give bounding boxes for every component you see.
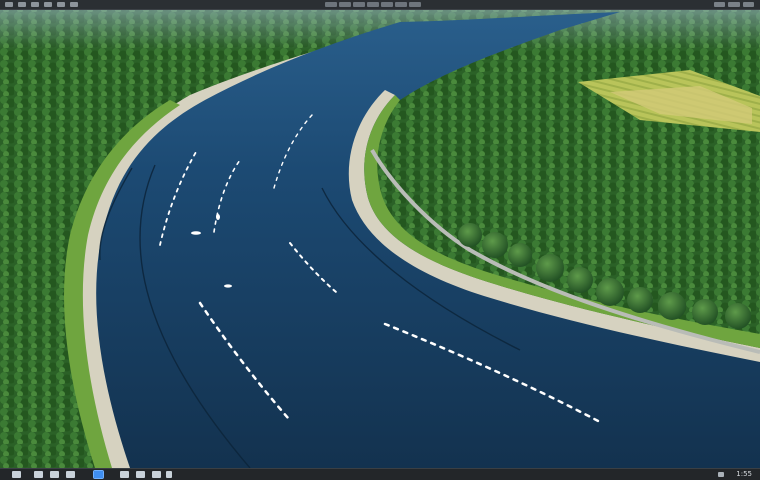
files-icon[interactable] (50, 471, 59, 478)
window-toolbar (0, 0, 760, 10)
tray-icon[interactable] (718, 472, 724, 477)
image-icon[interactable] (152, 471, 161, 478)
editor-icon[interactable] (120, 471, 129, 478)
settings-icon[interactable] (714, 2, 726, 7)
layers-icon[interactable] (728, 2, 740, 7)
image-viewport[interactable] (0, 10, 760, 468)
grid-icon[interactable] (742, 2, 754, 7)
toolbar-title-strip (325, 2, 421, 7)
clock: 1:55 (736, 470, 752, 478)
file-icon[interactable] (18, 2, 26, 7)
help-icon[interactable] (70, 2, 78, 7)
folder-icon[interactable] (66, 471, 75, 478)
menu-icon[interactable] (5, 2, 13, 7)
edit-icon[interactable] (31, 2, 39, 7)
window-icon[interactable] (57, 2, 65, 7)
browser-icon[interactable] (93, 470, 104, 479)
taskbar: 1:55 (0, 468, 760, 480)
toolbar-right-icons (714, 2, 754, 7)
settings-icon[interactable] (166, 471, 172, 478)
search-icon[interactable] (34, 471, 43, 478)
start-icon[interactable] (12, 471, 21, 478)
terminal-icon[interactable] (136, 471, 145, 478)
view-icon[interactable] (44, 2, 52, 7)
